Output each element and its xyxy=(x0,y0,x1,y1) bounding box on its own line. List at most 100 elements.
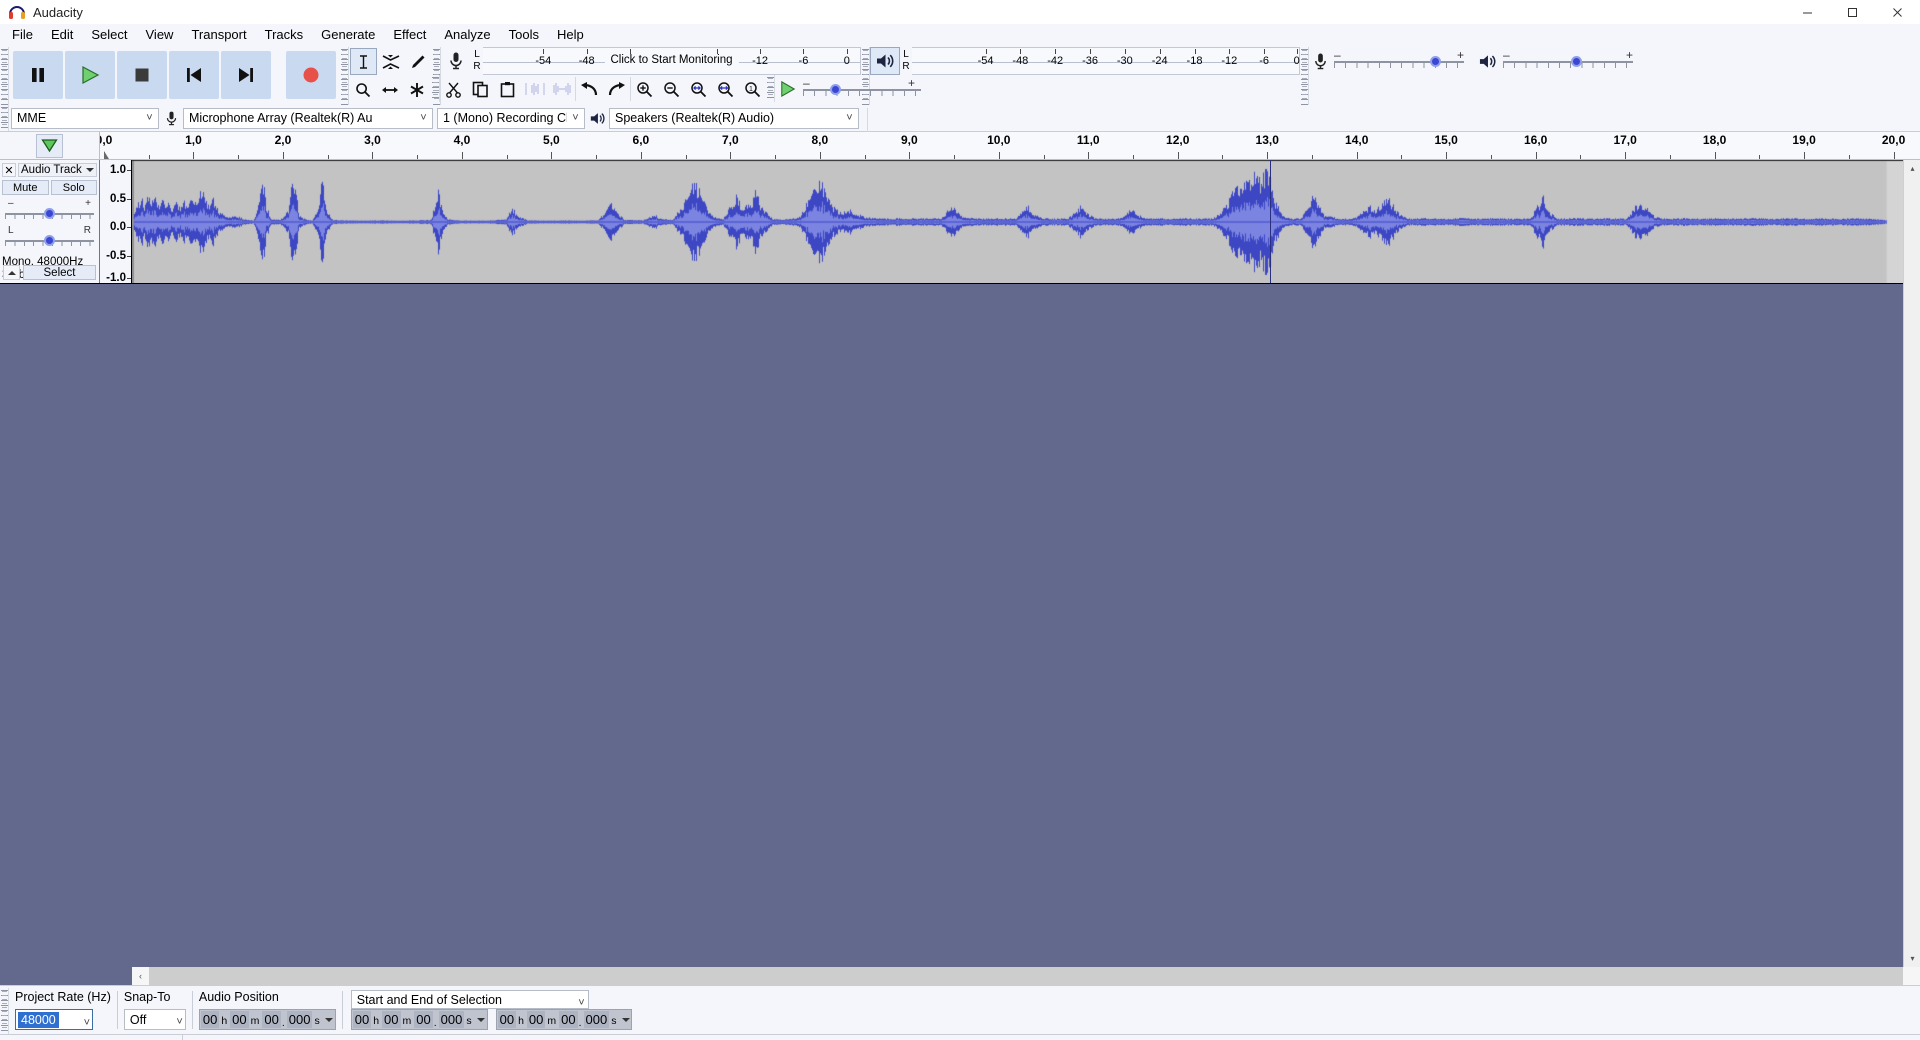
play-button[interactable] xyxy=(65,51,115,99)
menu-transport[interactable]: Transport xyxy=(182,25,255,44)
edit-toolbar-grip[interactable] xyxy=(431,75,440,102)
stop-button[interactable] xyxy=(117,51,167,99)
play-head-indicator[interactable] xyxy=(104,151,109,159)
record-button[interactable] xyxy=(286,51,336,99)
selection-tool[interactable] xyxy=(350,48,377,75)
fit-project-button[interactable] xyxy=(712,76,739,103)
audio-host-select[interactable]: MME ˅ xyxy=(11,107,159,129)
menu-generate[interactable]: Generate xyxy=(312,25,384,44)
selection-toolbar-grip[interactable] xyxy=(0,988,9,1034)
scroll-down-button[interactable]: ▾ xyxy=(1904,950,1920,967)
play-at-speed-grip[interactable] xyxy=(766,75,775,102)
selection-end-seconds[interactable]: 00 xyxy=(559,1011,578,1028)
menu-view[interactable]: View xyxy=(137,25,183,44)
selection-start-hours[interactable]: 00 xyxy=(352,1011,372,1028)
selection-end-spinner[interactable] xyxy=(620,1017,631,1022)
menu-file[interactable]: File xyxy=(3,25,42,44)
pause-button[interactable] xyxy=(13,51,63,99)
draw-tool[interactable] xyxy=(404,48,431,75)
project-rate-select[interactable]: 48000 ˅ xyxy=(15,1009,93,1030)
track-pan-thumb[interactable] xyxy=(43,235,55,246)
pinned-play-head-icon[interactable] xyxy=(36,133,63,158)
track-collapse-button[interactable] xyxy=(3,265,20,280)
zoom-out-button[interactable] xyxy=(658,76,685,103)
fit-selection-button[interactable] xyxy=(685,76,712,103)
selection-end-hours[interactable]: 00 xyxy=(497,1011,517,1028)
multi-tool[interactable] xyxy=(403,76,430,103)
trim-audio-button[interactable] xyxy=(521,76,548,103)
start-monitoring-hint[interactable]: Click to Start Monitoring xyxy=(604,54,739,66)
recording-channels-select[interactable]: 1 (Mono) Recording Chan ˅ xyxy=(437,107,585,129)
recording-meter-toolbar[interactable]: L R -54 -48 -42 -18 -12 -6 0 Click to St… xyxy=(441,47,861,75)
playback-volume-slider[interactable]: – + xyxy=(1503,48,1633,70)
selection-end-minutes[interactable]: 00 xyxy=(526,1011,546,1028)
redo-button[interactable] xyxy=(603,76,630,103)
scroll-right-button[interactable] xyxy=(1903,967,1920,985)
menu-help[interactable]: Help xyxy=(548,25,593,44)
minimize-button[interactable] xyxy=(1785,0,1830,24)
transport-toolbar-grip[interactable] xyxy=(0,47,9,105)
waveform-canvas[interactable] xyxy=(132,160,1920,283)
selection-start-spinner[interactable] xyxy=(476,1017,487,1022)
audio-position-seconds[interactable]: 00 xyxy=(262,1011,281,1028)
skip-to-start-button[interactable] xyxy=(169,51,219,99)
audio-position-spinner[interactable] xyxy=(324,1017,335,1022)
audio-position-field[interactable]: 00 h 00 m 00 . 000 s xyxy=(198,1009,336,1030)
mixer-toolbar-grip[interactable] xyxy=(1300,47,1309,105)
recording-volume-slider[interactable]: – + xyxy=(1334,48,1464,70)
zoom-in-button[interactable] xyxy=(631,76,658,103)
menu-analyze[interactable]: Analyze xyxy=(435,25,499,44)
zoom-toggle-button[interactable]: 1 xyxy=(739,76,766,103)
track-select-button[interactable]: Select xyxy=(23,265,96,280)
track-close-button[interactable]: ✕ xyxy=(2,163,16,177)
menu-effect[interactable]: Effect xyxy=(384,25,435,44)
scroll-up-button[interactable]: ▴ xyxy=(1904,160,1920,177)
silence-audio-button[interactable] xyxy=(548,76,575,103)
horizontal-scrollbar[interactable]: ‹ xyxy=(0,967,1920,985)
selection-mode-select[interactable]: Start and End of Selection ˅ xyxy=(350,990,589,1009)
selection-end-milliseconds[interactable]: 000 xyxy=(583,1011,610,1028)
envelope-tool[interactable] xyxy=(377,48,404,75)
play-speed-thumb[interactable] xyxy=(829,84,841,95)
waveform-display[interactable] xyxy=(132,160,1920,283)
playback-meter-bar[interactable]: -54 -48 -42 -36 -30 -24 -18 -12 -6 0 xyxy=(912,47,1300,75)
track-title-dropdown[interactable]: Audio Track xyxy=(18,163,97,177)
device-toolbar-grip[interactable] xyxy=(0,105,9,131)
selection-end-field[interactable]: 00 h 00 m 00 . 000 s xyxy=(495,1009,633,1030)
recording-device-select[interactable]: Microphone Array (Realtek(R) Au ˅ xyxy=(183,107,433,129)
vertical-scrollbar[interactable]: ▴ ▾ xyxy=(1903,160,1920,967)
copy-button[interactable] xyxy=(467,76,494,103)
track-gain-slider[interactable]: – + xyxy=(2,198,97,222)
selection-start-field[interactable]: 00 h 00 m 00 . 000 s xyxy=(350,1009,488,1030)
track-gain-thumb[interactable] xyxy=(43,208,55,219)
undo-button[interactable] xyxy=(576,76,603,103)
menu-select[interactable]: Select xyxy=(82,25,136,44)
speaker-icon[interactable] xyxy=(870,47,900,75)
selection-start-seconds[interactable]: 00 xyxy=(414,1011,433,1028)
zoom-tool[interactable] xyxy=(349,76,376,103)
skip-to-end-button[interactable] xyxy=(221,51,271,99)
audio-position-milliseconds[interactable]: 000 xyxy=(286,1011,313,1028)
track-solo-button[interactable]: Solo xyxy=(50,180,97,195)
play-speed-icon[interactable] xyxy=(779,81,797,97)
track-mute-button[interactable]: Mute xyxy=(2,180,49,195)
audio-position-minutes[interactable]: 00 xyxy=(230,1011,249,1028)
horizontal-scroll-thumb[interactable] xyxy=(149,967,1903,985)
track-vertical-ruler[interactable]: 1.0 0.5 0.0 -0.5 -1.0 xyxy=(100,160,132,284)
play-speed-slider[interactable]: – + xyxy=(803,76,943,98)
menu-tools[interactable]: Tools xyxy=(500,25,548,44)
time-shift-tool[interactable] xyxy=(376,76,403,103)
microphone-icon[interactable] xyxy=(441,47,471,75)
audio-position-hours[interactable]: 00 xyxy=(200,1011,220,1028)
playback-volume-thumb[interactable] xyxy=(1570,56,1582,67)
paste-button[interactable] xyxy=(494,76,521,103)
menu-tracks[interactable]: Tracks xyxy=(256,25,313,44)
maximize-button[interactable] xyxy=(1830,0,1875,24)
close-button[interactable] xyxy=(1875,0,1920,24)
snap-to-select[interactable]: Off ˅ xyxy=(123,1009,186,1030)
scroll-left-button[interactable]: ‹ xyxy=(132,967,149,985)
menu-edit[interactable]: Edit xyxy=(42,25,82,44)
selection-start-minutes[interactable]: 00 xyxy=(382,1011,401,1028)
track-pan-slider[interactable]: L R xyxy=(2,225,97,249)
playback-device-select[interactable]: Speakers (Realtek(R) Audio) ˅ xyxy=(609,107,859,129)
